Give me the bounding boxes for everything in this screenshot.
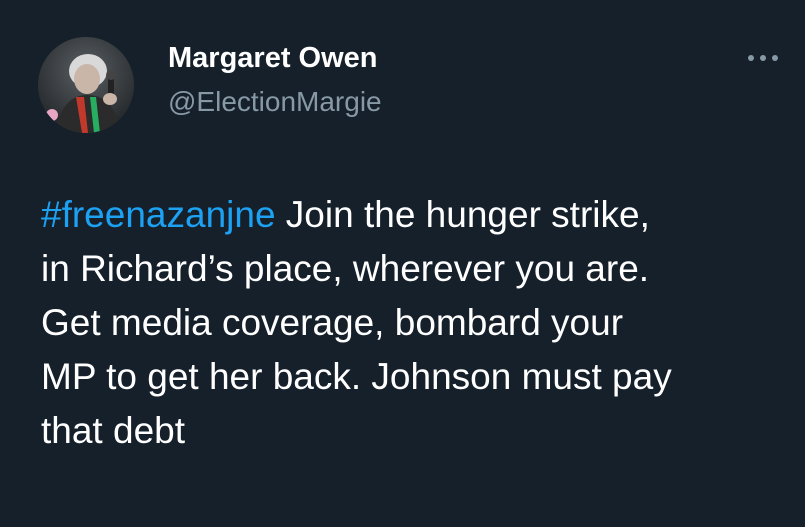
- tweet-line-text: Join the hunger strike,: [275, 194, 650, 235]
- tweet-card: Margaret Owen @ElectionMargie #freenazan…: [0, 0, 805, 527]
- avatar[interactable]: [38, 37, 134, 133]
- tweet-text: #freenazanjne Join the hunger strike, in…: [41, 188, 781, 458]
- author-name[interactable]: Margaret Owen: [168, 42, 378, 75]
- author-handle[interactable]: @ElectionMargie: [168, 86, 382, 118]
- tweet-line: MP to get her back. Johnson must pay: [41, 356, 672, 397]
- tweet-line: in Richard’s place, wherever you are.: [41, 248, 650, 289]
- more-options-button[interactable]: [743, 45, 783, 71]
- tweet-line: that debt: [41, 410, 186, 451]
- ellipsis-icon: [748, 55, 778, 61]
- tweet-line: Get media coverage, bombard your: [41, 302, 624, 343]
- profile-photo-icon: [38, 37, 134, 133]
- hashtag-link[interactable]: #freenazanjne: [41, 194, 276, 235]
- tweet-line: #freenazanjne Join the hunger strike,: [41, 188, 781, 242]
